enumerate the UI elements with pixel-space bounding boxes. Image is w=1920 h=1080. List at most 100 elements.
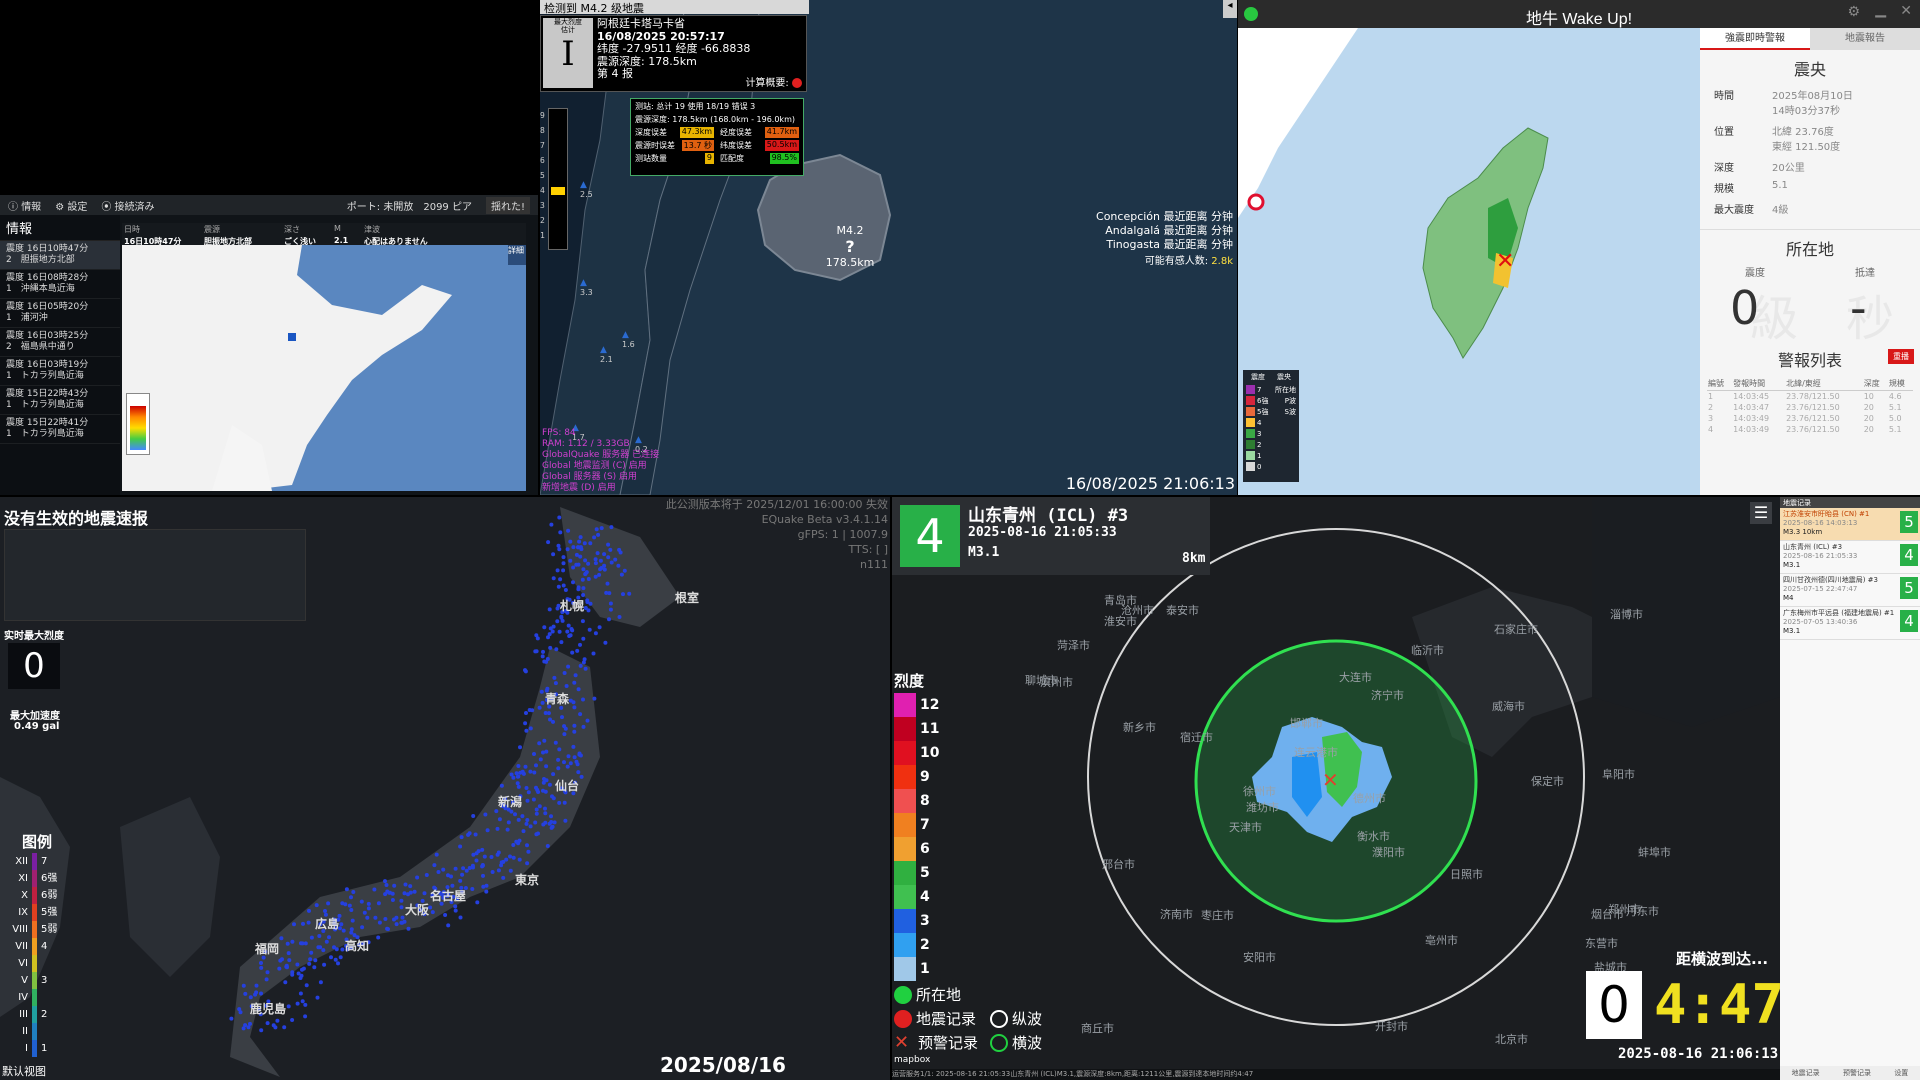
alert-cell: 14:03:47 [1733, 403, 1770, 412]
seismic-station-dot [470, 887, 475, 891]
seismic-station-dot [275, 1018, 280, 1023]
row-key: 最大震度 [1714, 205, 1754, 216]
row-value: 5.1 [1772, 180, 1788, 191]
seismic-station-dot [599, 526, 604, 531]
seismic-station-dot [383, 879, 387, 884]
shake-button[interactable]: 揺れた! [485, 196, 530, 214]
bottom-tab[interactable]: 预警记录 [1843, 1066, 1871, 1080]
seismic-station-dot [432, 863, 437, 868]
seismic-station-dot [539, 689, 544, 694]
legend-swatch [1246, 451, 1255, 460]
event-list-item[interactable]: 广东梅州市平远县 (福建地震局) #1 2025-07-05 13:40:36 M3… [1780, 607, 1920, 640]
bottom-tab[interactable]: 地震记录 [1792, 1066, 1820, 1080]
event-list-item[interactable]: 江苏淮安市盱眙县 (CN) #1 2025-08-16 14:03:13 M3.3 … [1780, 508, 1920, 541]
scale-swatch [894, 717, 916, 741]
seismic-station-dot [277, 966, 282, 971]
seismic-station-dot [372, 887, 377, 892]
alert-row[interactable]: 4 14:03:49 23.76/121.50 20 5.1 [1707, 424, 1913, 435]
quake-list-item[interactable]: 震度 16日08時28分 1 沖縄本島近海 [0, 270, 120, 299]
seismic-station-dot [499, 783, 504, 788]
alert-cell: 23.78/121.50 [1786, 392, 1840, 401]
seismic-station-dot [565, 547, 570, 552]
legend-bar [32, 955, 37, 972]
stat-value: 50.5km [764, 140, 799, 151]
arrival-value: - [1850, 281, 1867, 335]
seismic-station-dot [243, 991, 248, 996]
seismic-station-dot [279, 936, 284, 941]
stat-key: 震源时误差 [635, 141, 675, 150]
close-icon[interactable]: ✕ [1900, 3, 1912, 19]
seismic-station-dot [327, 935, 331, 940]
default-view-button[interactable]: 默认视图 [2, 1063, 46, 1079]
station-triangle-icon: ▲ [580, 278, 587, 288]
scale-row: 2 [894, 933, 939, 957]
item-region: 1 浦河沖 [6, 313, 48, 323]
seismic-station-dot [301, 966, 306, 971]
tab-1[interactable]: 地震報告 [1810, 28, 1920, 50]
detail-button[interactable]: 詳細 [508, 245, 526, 265]
alert-row[interactable]: 3 14:03:49 23.76/121.50 20 5.0 [1707, 413, 1913, 424]
collapse-arrow-icon[interactable]: ◂ [1223, 0, 1237, 18]
legend-roman: IX [18, 907, 28, 918]
lat-lon: 纬度 -27.9511 经度 -66.8838 [597, 42, 751, 55]
info-tab[interactable]: ⓘ 情報 [8, 198, 41, 213]
legend-row: IX 5强 [4, 904, 57, 921]
seismic-station-dot [449, 874, 453, 879]
seismic-station-dot [542, 625, 547, 630]
seismic-station-dot [549, 522, 554, 527]
row-value: 2025年08月10日 14時03分37秒 [1772, 91, 1853, 117]
event-list-item[interactable]: 山东青州 (ICL) #3 2025-08-16 21:05:33 M3.1 4 [1780, 541, 1920, 574]
quake-list-item[interactable]: 震度 16日10時47分 2 胆振地方北部 [0, 241, 120, 270]
quake-list-item[interactable]: 震度 16日03時25分 2 福島県中通り [0, 328, 120, 357]
legend-row: II [4, 1023, 57, 1040]
quake-list-item[interactable]: 震度 15日22時41分 1 トカラ列島近海 [0, 415, 120, 444]
replay-button[interactable]: 重播 [1888, 349, 1914, 364]
quake-list-item[interactable]: 震度 15日22時43分 1 トカラ列島近海 [0, 386, 120, 415]
seismic-station-dot [576, 585, 581, 590]
settings-tab[interactable]: ⚙ 設定 [55, 198, 87, 213]
quake-info-bar: 日時 震源 深さ M 津波 16日10時47分 胆振地方北部 ごく浅い 2.1 心配はありません [122, 223, 526, 246]
settings-icon[interactable]: ⚙ [1847, 4, 1860, 20]
menu-icon[interactable]: ☰ [1750, 502, 1772, 524]
item-intensity-badge: 5 [1900, 577, 1918, 599]
legend-item: 横波 [990, 1032, 1042, 1053]
alert-row[interactable]: 1 14:03:45 23.78/121.50 10 4.6 [1707, 391, 1913, 403]
stat-key: 匹配度 [720, 154, 744, 163]
seismic-station-dot [347, 903, 352, 908]
seismic-station-dot [568, 761, 573, 766]
legend-level: 4 [1246, 417, 1296, 428]
bottom-tab[interactable]: 设置 [1894, 1066, 1908, 1080]
tab-0[interactable]: 強震即時警報 [1700, 28, 1810, 50]
stat-value: 98.5% [769, 153, 799, 164]
seismic-station-dot [581, 586, 586, 591]
seismic-station-dot [474, 858, 479, 863]
seismic-station-dot [285, 941, 290, 946]
row-value: 北緯 23.76度 東經 121.50度 [1772, 127, 1841, 153]
legend-text: 所在地 [916, 986, 962, 1004]
seismic-station-dot [618, 550, 623, 555]
taiwan-map[interactable]: ✕ 震度 震央 7 所在地 6強 P波 5強 S波 4 3 2 1 0 [1238, 28, 1700, 495]
seismic-station-dot [556, 766, 561, 771]
minimize-icon[interactable]: ▁ [1875, 2, 1886, 18]
legend-header: 震央 [1277, 373, 1291, 381]
legend-item: ✕ 预警记录 [894, 1032, 978, 1053]
alert-box: 最大烈度 估计 I 阿根廷卡塔马卡省 16/08/2025 20:57:17 纬… [540, 15, 807, 92]
city-label: 枣庄市 [1201, 909, 1234, 922]
quake-list-item[interactable]: 震度 16日03時19分 1 トカラ列島近海 [0, 357, 120, 386]
seismic-station-dot [287, 958, 292, 963]
city-label: 临沂市 [1411, 644, 1444, 657]
legend-roman: IV [18, 992, 28, 1003]
event-list-item[interactable]: 四川甘孜州德(四川地震局) #3 2025-07-15 22:47:47 M4 5 [1780, 574, 1920, 607]
quake-list-item[interactable]: 震度 16日05時20分 1 浦河沖 [0, 299, 120, 328]
seismic-station-dot [307, 908, 311, 913]
hokkaido-map[interactable]: 詳細 [122, 245, 526, 491]
city-label: 德州市 [1353, 792, 1386, 805]
station-label: 2.5 [580, 190, 593, 199]
city-label: 菏泽市 [1057, 639, 1090, 652]
seismic-station-dot [535, 636, 540, 641]
city-label: 沧州市 [1121, 604, 1154, 617]
station-triangle-icon: ▲ [622, 330, 629, 340]
legend-row: IV [4, 989, 57, 1006]
alert-row[interactable]: 2 14:03:47 23.76/121.50 20 5.1 [1707, 402, 1913, 413]
legend-swatch [1246, 385, 1255, 394]
